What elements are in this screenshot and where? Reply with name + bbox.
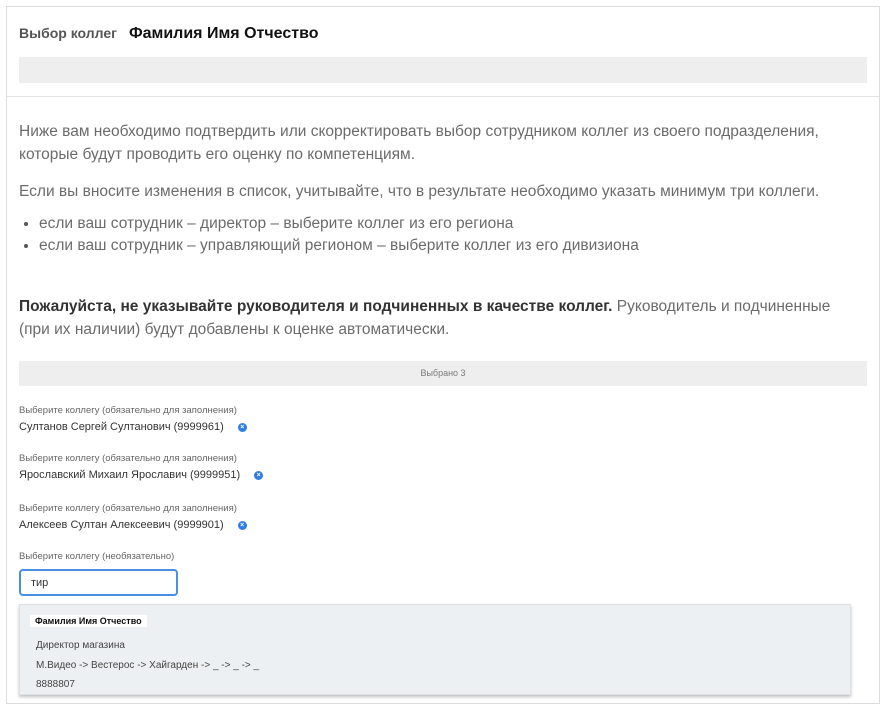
colleague-field-3: Выберите коллегу (обязательно для заполн… [19, 503, 247, 531]
colleague-field-label: Выберите коллегу (обязательно для заполн… [19, 503, 237, 514]
instructions-bullet-director: если ваш сотрудник – директор – выберите… [39, 213, 859, 235]
clear-circle-icon[interactable]: × [237, 520, 247, 530]
page-header: Выбор коллег Фамилия Имя Отчество [19, 25, 318, 43]
suggestion-org-path: М.Видео -> Вестерос -> Хайгарден -> _ ->… [36, 660, 260, 671]
employee-name: Фамилия Имя Отчество [128, 25, 319, 42]
instructions-warning: Пожалуйста, не указывайте руководителя и… [19, 298, 613, 315]
colleague-field-2: Выберите коллегу (обязательно для заполн… [19, 453, 264, 481]
colleague-field-value: Султанов Сергей Султанович (9999961) × [19, 421, 247, 433]
instructions-paragraph-2: Если вы вносите изменения в список, учит… [19, 183, 820, 200]
colleague-field-value: Алексеев Султан Алексеевич (9999901) × [19, 519, 247, 531]
colleague-field-label: Выберите коллегу (обязательно для заполн… [19, 405, 237, 416]
clear-circle-icon[interactable]: × [254, 470, 264, 480]
header-gray-bar [19, 57, 867, 83]
selected-colleague: Алексеев Султан Алексеевич (9999901) [19, 519, 224, 531]
instructions: Ниже вам необходимо подтвердить или скор… [19, 120, 859, 341]
selected-colleague: Султанов Сергей Султанович (9999961) [19, 421, 224, 433]
selected-count-bar: Выбрано 3 [19, 361, 867, 386]
colleague-field-label: Выберите коллегу (необязательно) [19, 551, 175, 562]
colleague-field-optional: Выберите коллегу (необязательно) [19, 551, 174, 563]
instructions-paragraph-1: Ниже вам необходимо подтвердить или скор… [19, 123, 819, 163]
suggestion-name: Фамилия Имя Отчество [30, 615, 147, 627]
header-divider [7, 96, 879, 97]
selected-colleague: Ярославский Михаил Ярославич (9999951) [19, 469, 241, 481]
instructions-bullet-regional-manager: если ваш сотрудник – управляющий регионо… [39, 235, 859, 257]
instructions-paragraph-3: Пожалуйста, не указывайте руководителя и… [19, 295, 859, 341]
colleague-selection-card: Выбор коллег Фамилия Имя Отчество Ниже в… [6, 6, 880, 704]
instructions-list: если ваш сотрудник – директор – выберите… [19, 213, 859, 257]
colleague-field-label: Выберите коллегу (обязательно для заполн… [19, 453, 237, 464]
colleague-suggestion-option[interactable]: Фамилия Имя Отчество Директор магазина М… [19, 604, 851, 695]
colleague-search-input[interactable] [19, 569, 178, 596]
page-title: Выбор коллег [19, 25, 117, 41]
colleague-field-value: Ярославский Михаил Ярославич (9999951) × [19, 469, 264, 481]
colleague-field-1: Выберите коллегу (обязательно для заполн… [19, 405, 247, 433]
suggestion-position: Директор магазина [36, 640, 125, 651]
clear-circle-icon[interactable]: × [237, 422, 247, 432]
suggestion-id: 8888807 [36, 679, 75, 690]
